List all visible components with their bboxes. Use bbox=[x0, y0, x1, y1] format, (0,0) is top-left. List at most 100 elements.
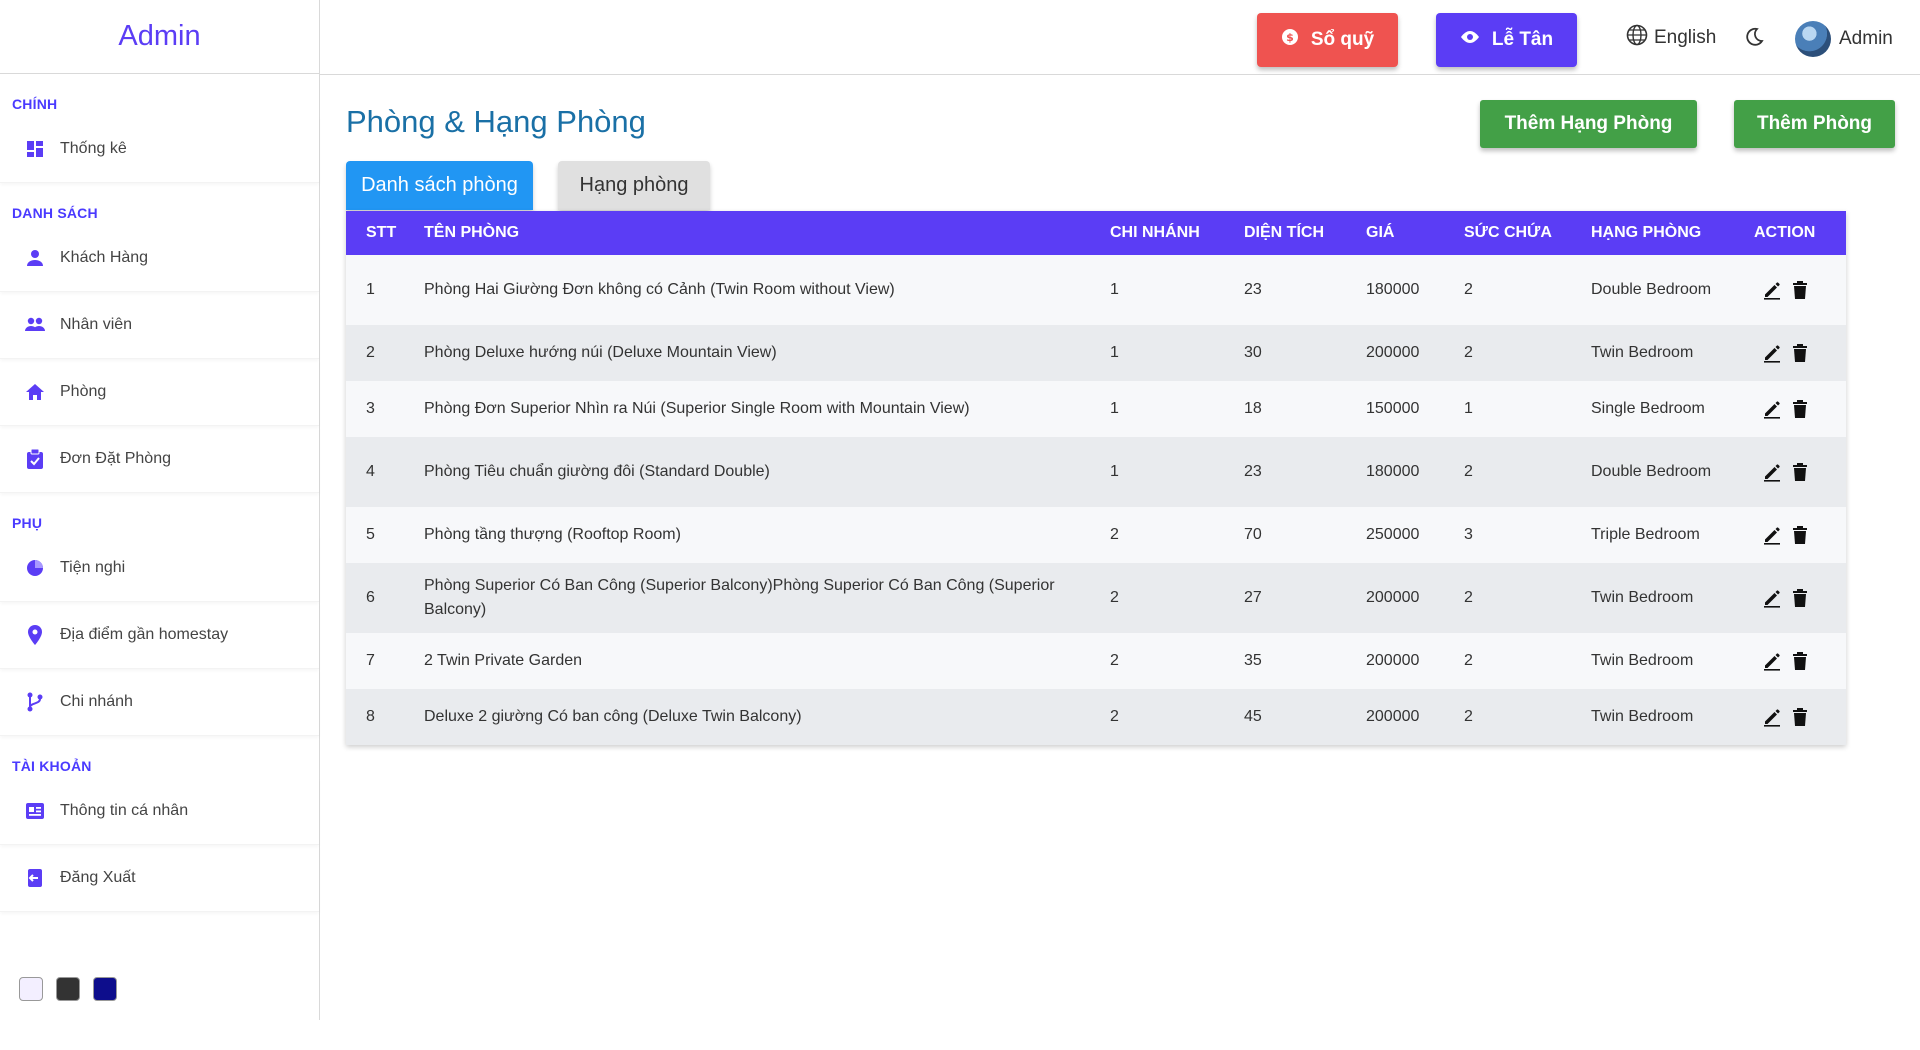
cell-action bbox=[1746, 325, 1846, 381]
nav-section-lists: DANH SÁCH Khách Hàng Nhân viên Phòng Đơn… bbox=[0, 203, 319, 493]
edit-icon[interactable] bbox=[1762, 280, 1782, 300]
row-actions bbox=[1754, 399, 1838, 419]
row-actions bbox=[1754, 707, 1838, 727]
col-header-capacity: SỨC CHỨA bbox=[1464, 224, 1552, 241]
cell-price: 180000 bbox=[1366, 281, 1420, 298]
theme-swatch-light[interactable] bbox=[19, 977, 43, 1001]
delete-icon[interactable] bbox=[1792, 651, 1808, 671]
edit-icon[interactable] bbox=[1762, 462, 1782, 482]
user-name: Admin bbox=[1839, 28, 1893, 49]
delete-icon[interactable] bbox=[1792, 707, 1808, 727]
table-header-row: STT TÊN PHÒNG CHI NHÁNH DIỆN TÍCH GIÁ SỨ… bbox=[346, 211, 1846, 255]
le-tan-button[interactable]: Lễ Tân bbox=[1436, 13, 1577, 67]
cell-area: 30 bbox=[1244, 344, 1262, 361]
page-title: Phòng & Hạng Phòng bbox=[346, 104, 646, 139]
cell-capacity: 2 bbox=[1464, 708, 1473, 725]
branch-icon bbox=[24, 691, 46, 713]
home-icon bbox=[24, 381, 46, 403]
sidebar-item-rooms[interactable]: Phòng bbox=[0, 359, 319, 426]
coin-icon: $ bbox=[1281, 28, 1299, 52]
sidebar-item-nearby-places[interactable]: Địa điểm gần homestay bbox=[0, 602, 319, 669]
cell-capacity: 3 bbox=[1464, 526, 1473, 543]
cell-price: 200000 bbox=[1366, 708, 1420, 725]
add-room-button[interactable]: Thêm Phòng bbox=[1734, 100, 1895, 148]
tab-room-types[interactable]: Hạng phòng bbox=[558, 161, 710, 210]
sidebar-item-staff[interactable]: Nhân viên bbox=[0, 292, 319, 359]
delete-icon[interactable] bbox=[1792, 280, 1808, 300]
delete-icon[interactable] bbox=[1792, 462, 1808, 482]
edit-icon[interactable] bbox=[1762, 651, 1782, 671]
sidebar-item-label: Phòng bbox=[60, 383, 107, 400]
id-card-icon bbox=[24, 800, 46, 822]
cell-branch: 1 bbox=[1110, 281, 1119, 298]
delete-icon[interactable] bbox=[1792, 399, 1808, 419]
so-quy-label: Sổ quỹ bbox=[1310, 29, 1375, 50]
sidebar-item-amenities[interactable]: Tiện nghi bbox=[0, 535, 319, 602]
brand: Admin bbox=[0, 0, 319, 74]
person-icon bbox=[24, 247, 46, 269]
sidebar-item-dashboard[interactable]: Thống kê bbox=[0, 116, 319, 183]
cell-room-type: Single Bedroom bbox=[1591, 400, 1705, 417]
delete-icon[interactable] bbox=[1792, 588, 1808, 608]
edit-icon[interactable] bbox=[1762, 399, 1782, 419]
cell-action bbox=[1746, 633, 1846, 689]
nav-heading: PHỤ bbox=[12, 515, 43, 531]
cell-price: 180000 bbox=[1366, 463, 1420, 480]
theme-swatches bbox=[19, 977, 117, 1001]
edit-icon[interactable] bbox=[1762, 588, 1782, 608]
moon-icon bbox=[1744, 27, 1764, 51]
theme-swatch-navy[interactable] bbox=[93, 977, 117, 1001]
nav-section-main: CHÍNH Thống kê bbox=[0, 94, 319, 183]
sidebar-item-label: Đơn Đặt Phòng bbox=[60, 450, 171, 467]
delete-icon[interactable] bbox=[1792, 525, 1808, 545]
sidebar-item-label: Tiện nghi bbox=[60, 559, 126, 576]
so-quy-button[interactable]: $ Sổ quỹ bbox=[1257, 13, 1398, 67]
cell-action bbox=[1746, 563, 1846, 633]
cell-capacity: 2 bbox=[1464, 463, 1473, 480]
topbar: $ Sổ quỹ Lễ Tân English Admin bbox=[320, 0, 1920, 75]
cell-price: 250000 bbox=[1366, 526, 1420, 543]
add-room-type-button[interactable]: Thêm Hạng Phòng bbox=[1480, 100, 1697, 148]
dashboard-icon bbox=[24, 138, 46, 160]
sidebar-item-label: Khách Hàng bbox=[60, 249, 149, 266]
rooms-table-container: STT TÊN PHÒNG CHI NHÁNH DIỆN TÍCH GIÁ SỨ… bbox=[346, 211, 1846, 745]
edit-icon[interactable] bbox=[1762, 525, 1782, 545]
le-tan-label: Lễ Tân bbox=[1491, 29, 1554, 50]
cell-area: 45 bbox=[1244, 708, 1262, 725]
dark-mode-toggle[interactable] bbox=[1744, 27, 1764, 52]
edit-icon[interactable] bbox=[1762, 343, 1782, 363]
delete-icon[interactable] bbox=[1792, 343, 1808, 363]
theme-swatch-dark[interactable] bbox=[56, 977, 80, 1001]
cell-room-type: Twin Bedroom bbox=[1591, 344, 1694, 361]
table-row: 7 2 Twin Private Garden 2 35 200000 2 Twin Bed… bbox=[346, 633, 1846, 689]
sidebar-item-branches[interactable]: Chi nhánh bbox=[0, 669, 319, 736]
table-row: 4 Phòng Tiêu chuẩn giường đôi (Standard D… bbox=[346, 437, 1846, 507]
brand-title[interactable]: Admin bbox=[118, 20, 200, 53]
edit-icon[interactable] bbox=[1762, 707, 1782, 727]
sidebar-item-customers[interactable]: Khách Hàng bbox=[0, 225, 319, 292]
sidebar-item-logout[interactable]: Đăng Xuất bbox=[0, 845, 319, 912]
cell-stt: 6 bbox=[366, 589, 375, 606]
user-menu[interactable]: Admin bbox=[1795, 21, 1893, 57]
cell-branch: 2 bbox=[1110, 526, 1119, 543]
cell-capacity: 1 bbox=[1464, 400, 1473, 417]
col-header-branch: CHI NHÁNH bbox=[1110, 224, 1200, 241]
sidebar-item-bookings[interactable]: Đơn Đặt Phòng bbox=[0, 426, 319, 493]
cell-branch: 1 bbox=[1110, 463, 1119, 480]
table-row: 6 Phòng Superior Có Ban Công (Superior Ba… bbox=[346, 563, 1846, 633]
cell-area: 70 bbox=[1244, 526, 1262, 543]
language-label: English bbox=[1654, 27, 1717, 48]
sidebar: Admin CHÍNH Thống kê DANH SÁCH Khách Hàn… bbox=[0, 0, 320, 1020]
table-body: 1 Phòng Hai Giường Đơn không có Cảnh (Twi… bbox=[346, 255, 1846, 745]
sidebar-item-profile[interactable]: Thông tin cá nhân bbox=[0, 778, 319, 845]
language-selector[interactable]: English bbox=[1626, 24, 1716, 52]
tab-room-list[interactable]: Danh sách phòng bbox=[346, 161, 533, 210]
cell-area: 23 bbox=[1244, 463, 1262, 480]
tabs: Danh sách phòng Hạng phòng bbox=[346, 161, 710, 210]
cell-capacity: 2 bbox=[1464, 344, 1473, 361]
cell-room-name: Phòng Hai Giường Đơn không có Cảnh (Twin… bbox=[424, 281, 895, 298]
cell-area: 18 bbox=[1244, 400, 1262, 417]
row-actions bbox=[1754, 462, 1838, 482]
cell-branch: 1 bbox=[1110, 344, 1119, 361]
logout-icon bbox=[24, 867, 46, 889]
